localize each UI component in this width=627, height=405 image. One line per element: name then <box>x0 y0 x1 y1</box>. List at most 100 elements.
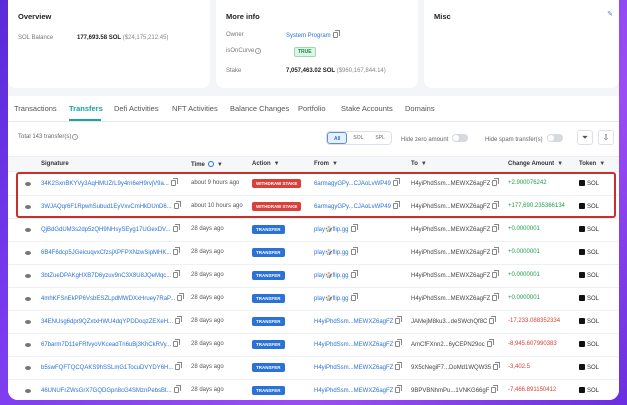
to-link[interactable]: H4yiPhdSsm...MEWXZ6agFZ <box>411 293 500 302</box>
token-symbol[interactable]: SOL <box>587 227 599 233</box>
to-address[interactable]: H4yiPhdSsm...MEWXZ6agFZ <box>411 181 490 187</box>
copy-icon[interactable] <box>395 362 403 370</box>
copy-icon[interactable] <box>173 270 181 278</box>
signature-text[interactable]: 3WJAQqr6F1RpwhSubud1EyVxvCmHkDUnD6... <box>41 204 172 210</box>
from-address[interactable]: H4yiPhdSsm...MEWXZ6agFZ <box>314 319 393 325</box>
signature-link[interactable]: QjBdGdUM3s2dp5zQH9NHsySEyg17UGexDV... <box>41 224 180 233</box>
copy-icon[interactable] <box>492 270 500 278</box>
to-address[interactable]: H4yiPhdSsm...MEWXZ6agFZ <box>411 273 490 279</box>
signature-text[interactable]: 34ENUsg6dpr9QZxtxHWU4dqYPDDoqzZEXeH... <box>41 319 173 325</box>
filter-icon[interactable]: ⏷ <box>577 130 593 145</box>
copy-icon[interactable] <box>392 178 400 186</box>
tab-transfers[interactable]: Transfers <box>69 104 103 113</box>
signature-link[interactable]: 3WJAQqr6F1RpwhSubud1EyVxvCmHkDUnD6... <box>41 201 181 210</box>
token-cell[interactable]: SOL <box>579 295 599 302</box>
filter-icon[interactable]: ▼ <box>599 161 605 167</box>
from-address[interactable]: play🎲flip.gg <box>314 296 349 302</box>
filter-icon[interactable]: ▼ <box>217 162 223 168</box>
to-address[interactable]: H4yiPhdSsm...MEWXZ6agFZ <box>411 204 490 210</box>
from-link[interactable]: 6armagyGPy...CJAoLvWP49 <box>314 201 400 210</box>
to-link[interactable]: H4yiPhdSsm...MEWXZ6agFZ <box>411 247 500 256</box>
from-link[interactable]: H4yiPhdSsm...MEWXZ6agFZ <box>314 362 403 371</box>
copy-icon[interactable] <box>175 362 183 370</box>
copy-icon[interactable] <box>486 339 494 347</box>
filter-icon[interactable]: ▼ <box>332 161 338 167</box>
token-symbol[interactable]: SOL <box>587 388 599 394</box>
col-change-amount[interactable]: Change Amount ▼ <box>508 161 563 167</box>
from-link[interactable]: play🎲flip.gg <box>314 247 358 256</box>
copy-icon[interactable] <box>493 362 501 370</box>
copy-icon[interactable] <box>395 316 403 324</box>
filter-icon[interactable]: ▼ <box>421 161 427 167</box>
clock-icon[interactable] <box>207 161 214 167</box>
from-address[interactable]: play🎲flip.gg <box>314 273 349 279</box>
eye-icon[interactable] <box>25 274 31 278</box>
copy-icon[interactable] <box>492 201 500 209</box>
tab-stake-accounts[interactable]: Stake Accounts <box>341 104 393 113</box>
to-address[interactable]: 9BPVBNhmPu...1VNKG66gF <box>411 388 489 394</box>
toggle-switch[interactable] <box>452 134 469 142</box>
from-address[interactable]: play🎲flip.gg <box>314 250 349 256</box>
copy-icon[interactable] <box>173 385 181 393</box>
copy-icon[interactable] <box>491 385 499 393</box>
to-link[interactable]: H4yiPhdSsm...MEWXZ6agFZ <box>411 270 500 279</box>
from-address[interactable]: play🎲flip.gg <box>314 227 349 233</box>
eye-icon[interactable] <box>25 320 31 324</box>
hide-zero-toggle[interactable]: Hide zero amount <box>401 134 469 143</box>
signature-link[interactable]: 67barm7D11eFRfvyoVKceadTn6uBj3KhCkRVy... <box>41 339 181 348</box>
token-cell[interactable]: SOL <box>579 318 599 325</box>
copy-icon[interactable] <box>173 201 181 209</box>
token-symbol[interactable]: SOL <box>587 181 599 187</box>
eye-icon[interactable] <box>25 343 31 347</box>
col-time[interactable]: Time ▼ <box>191 161 223 168</box>
copy-icon[interactable] <box>492 224 500 232</box>
signature-link[interactable]: 34ENUsg6dpr9QZxtxHWU4dqYPDDoqzZEXeH... <box>41 316 183 325</box>
copy-icon[interactable] <box>173 247 181 255</box>
tab-domains[interactable]: Domains <box>405 104 435 113</box>
token-cell[interactable]: SOL <box>579 341 599 348</box>
eye-icon[interactable] <box>25 182 31 186</box>
token-cell[interactable]: SOL <box>579 364 599 371</box>
copy-icon[interactable] <box>395 385 403 393</box>
signature-link[interactable]: 6B4F6dcp5JGeicuqvxCfzsjXPFPXNzwSipMHK... <box>41 247 181 256</box>
signature-link[interactable]: 3btZueDPAKgHXB7D6yzuv9nC3X8U8JQeMqc... <box>41 270 181 279</box>
signature-text[interactable]: 3btZueDPAKgHXB7D6yzuv9nC3X8U8JQeMqc... <box>41 273 171 279</box>
toggle-switch[interactable] <box>546 134 563 142</box>
token-symbol[interactable]: SOL <box>587 204 599 210</box>
signature-link[interactable]: 46UNUFrZWsGrX7GQDGpn8cG4SMznPebsBt... <box>41 385 181 394</box>
copy-icon[interactable] <box>489 316 497 324</box>
copy-icon[interactable] <box>395 339 403 347</box>
tab-portfolio[interactable]: Portfolio <box>298 104 326 113</box>
copy-icon[interactable] <box>492 178 500 186</box>
eye-icon[interactable] <box>25 389 31 393</box>
to-address[interactable]: JAMejM8ku3...deSWchQf8C <box>411 319 487 325</box>
col-token[interactable]: Token ▼ <box>579 161 605 167</box>
eye-icon[interactable] <box>25 205 31 209</box>
from-link[interactable]: play🎲flip.gg <box>314 224 358 233</box>
signature-text[interactable]: 67barm7D11eFRfvyoVKceadTn6uBj3KhCkRVy... <box>41 342 171 348</box>
owner-value[interactable]: System Program <box>286 30 340 39</box>
token-cell[interactable]: SOL <box>579 203 599 210</box>
col-to[interactable]: To ▼ <box>411 161 427 167</box>
to-address[interactable]: H4yiPhdSsm...MEWXZ6agFZ <box>411 296 490 302</box>
token-cell[interactable]: SOL <box>579 180 599 187</box>
to-link[interactable]: H4yiPhdSsm...MEWXZ6agFZ <box>411 224 500 233</box>
tab-nft-activities[interactable]: NFT Activities <box>172 104 218 113</box>
to-link[interactable]: H4yiPhdSsm...MEWXZ6agFZ <box>411 201 500 210</box>
filter-spl[interactable]: SPL <box>369 132 391 144</box>
copy-icon[interactable] <box>492 293 500 301</box>
token-symbol[interactable]: SOL <box>587 342 599 348</box>
token-cell[interactable]: SOL <box>579 226 599 233</box>
token-symbol[interactable]: SOL <box>587 319 599 325</box>
copy-icon[interactable] <box>175 316 183 324</box>
to-link[interactable]: AmCfFXnn2...6yCEPN29oc <box>411 339 494 348</box>
from-link[interactable]: H4yiPhdSsm...MEWXZ6agFZ <box>314 385 403 394</box>
from-address[interactable]: 6armagyGPy...CJAoLvWP49 <box>314 204 391 210</box>
from-link[interactable]: H4yiPhdSsm...MEWXZ6agFZ <box>314 339 403 348</box>
from-link[interactable]: 6armagyGPy...CJAoLvWP49 <box>314 178 400 187</box>
copy-icon[interactable] <box>172 224 180 232</box>
col-from[interactable]: From ▼ <box>314 161 338 167</box>
signature-link[interactable]: b5swFQFTQCQAKS9hSSLmG1TocuDVYDY6H... <box>41 362 183 371</box>
to-address[interactable]: H4yiPhdSsm...MEWXZ6agFZ <box>411 227 490 233</box>
tab-defi-activities[interactable]: Defi Activities <box>114 104 159 113</box>
